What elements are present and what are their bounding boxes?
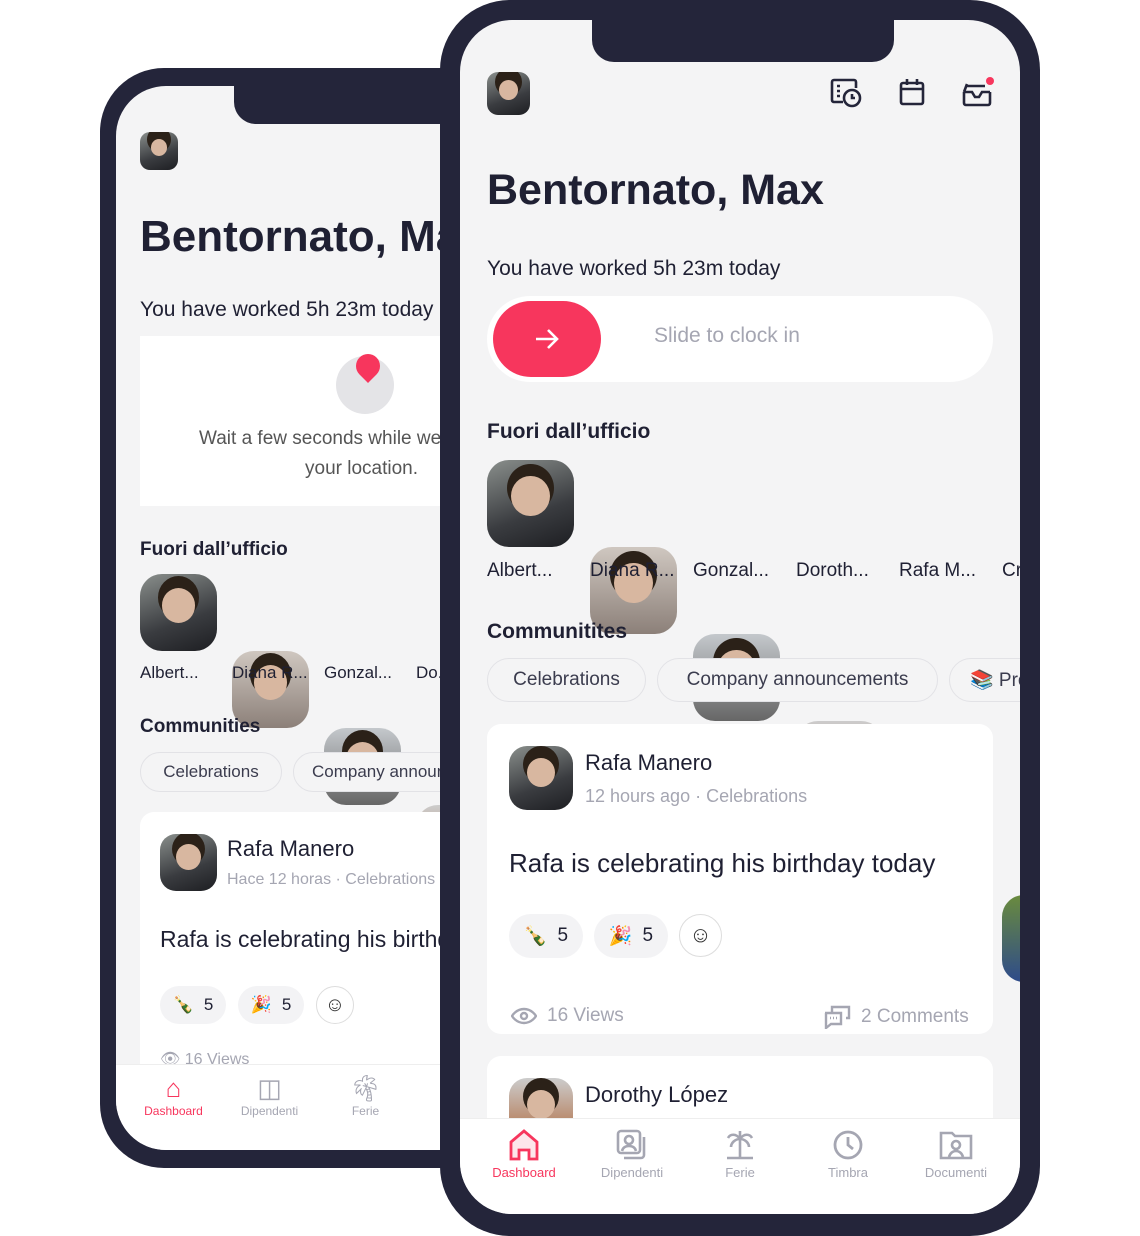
clock-icon [833,1130,863,1160]
eye-icon [511,1007,537,1025]
comments-icon [824,1005,851,1029]
avatar[interactable] [140,132,178,170]
reaction-count: 5 [203,995,214,1014]
location-pin-icon [336,349,394,414]
palm-tree-icon [726,1131,754,1160]
bottom-nav: Dashboard Dipendenti Ferie Timbra Docume… [460,1118,1020,1214]
person-name: Cr... [1002,560,1020,581]
person-name: Diana R... [232,663,308,682]
reaction-button[interactable]: 🎉 5 [238,986,304,1024]
person-name: Gonzal... [693,560,770,581]
home-icon [509,1129,539,1161]
communities-title: Communitites [487,620,628,643]
person-name: Doroth... [796,560,869,581]
post-time: Hace 12 horas [227,871,332,888]
reaction-button[interactable]: 🎉 5 [594,914,668,958]
post-card[interactable]: Rafa Manero 12 hours ago · Celebrations … [487,724,993,1034]
nav-dipendenti[interactable]: Dipendenti [588,1129,676,1180]
palm-tree-icon: 🌴︎ [348,1073,382,1103]
worked-today: You have worked 5h 23m today [140,298,434,321]
slide-handle[interactable] [493,301,601,377]
reaction-button[interactable]: 🍾 5 [509,914,583,958]
worked-today: You have worked 5h 23m today [487,257,781,280]
post-author[interactable]: Rafa Manero [585,750,712,776]
clock-in-slider[interactable]: Slide to clock in [487,296,993,382]
page-title: Bentornato, Max [487,166,824,214]
add-reaction-icon[interactable]: ☺ [679,914,722,957]
person-name: Rafa M... [899,560,977,581]
reaction-count: 5 [642,925,654,946]
inbox-icon[interactable] [962,76,996,108]
home-icon: ⌂ [165,1073,182,1103]
post-meta: Hace 12 horas · Celebrations [227,871,436,888]
chip-celebrations[interactable]: Celebrations [140,752,282,792]
person-name: Albert... [487,560,553,581]
location-message-2: your location. [305,458,419,479]
person-avatar[interactable] [487,460,574,547]
chip-more[interactable]: 📚 Pro... [949,658,1020,702]
ooo-title: Fuori dall’ufficio [140,539,288,560]
add-reaction-icon[interactable]: ☺ [316,986,354,1024]
comments-count: 2 Comments [861,1006,969,1027]
notch [592,20,894,62]
contacts-icon: ◫ [257,1073,282,1103]
post-community[interactable]: Celebrations [706,786,807,806]
contacts-icon [616,1129,646,1160]
communities-title: Communities [140,716,261,737]
nav-dipendenti[interactable]: ◫ Dipendenti [232,1073,307,1118]
slide-label: Slide to clock in [654,324,800,347]
avatar[interactable] [487,72,530,115]
person-name: Diana R... [590,560,675,581]
arrow-right-icon [536,329,559,349]
ooo-title: Fuori dall’ufficio [487,420,651,443]
reaction-button[interactable]: 🍾 5 [160,986,226,1024]
location-message: Wait a few seconds while we [199,428,442,449]
author-avatar[interactable] [160,834,217,891]
post-time: 12 hours ago [585,786,691,806]
chip-company-announcements[interactable]: Company announcements [657,658,938,702]
party-icon: 🎉 [250,995,272,1014]
party-icon: 🎉 [608,926,633,947]
reaction-count: 5 [557,925,569,946]
views-count: 16 Views [547,1005,624,1026]
champagne-icon: 🍾 [172,995,194,1014]
post-meta: 12 hours ago · Celebrations [585,786,808,806]
page-title: Bentornato, Max [140,212,485,261]
person-name: Albert... [140,663,199,682]
person-avatar[interactable] [140,574,217,651]
nav-dashboard[interactable]: Dashboard [480,1129,568,1180]
comments[interactable]: 2 Comments [823,1005,969,1029]
nav-dashboard[interactable]: ⌂ Dashboard [136,1073,211,1118]
nav-ferie[interactable]: 🌴︎ Ferie [328,1073,403,1118]
chip-celebrations[interactable]: Celebrations [487,658,646,702]
champagne-icon: 🍾 [523,926,548,947]
reaction-count: 5 [281,995,292,1014]
post-text: Rafa is celebrating his birthday today [509,848,936,878]
nav-ferie[interactable]: Ferie [696,1129,784,1180]
timesheet-icon[interactable] [830,78,864,108]
post-community[interactable]: Celebrations [345,871,435,888]
front-phone: Bentornato, Max You have worked 5h 23m t… [440,0,1040,1236]
calendar-icon[interactable] [899,78,925,106]
person-avatar[interactable] [1002,895,1020,982]
author-avatar[interactable] [509,746,573,810]
nav-timbra[interactable]: Timbra [804,1129,892,1180]
nav-documenti[interactable]: Documenti [912,1129,1000,1180]
post-author[interactable]: Dorothy López [585,1082,728,1108]
post-author[interactable]: Rafa Manero [227,836,354,862]
views: 16 Views [511,1005,624,1027]
folder-user-icon [939,1131,973,1160]
person-name: Gonzal... [324,663,393,682]
